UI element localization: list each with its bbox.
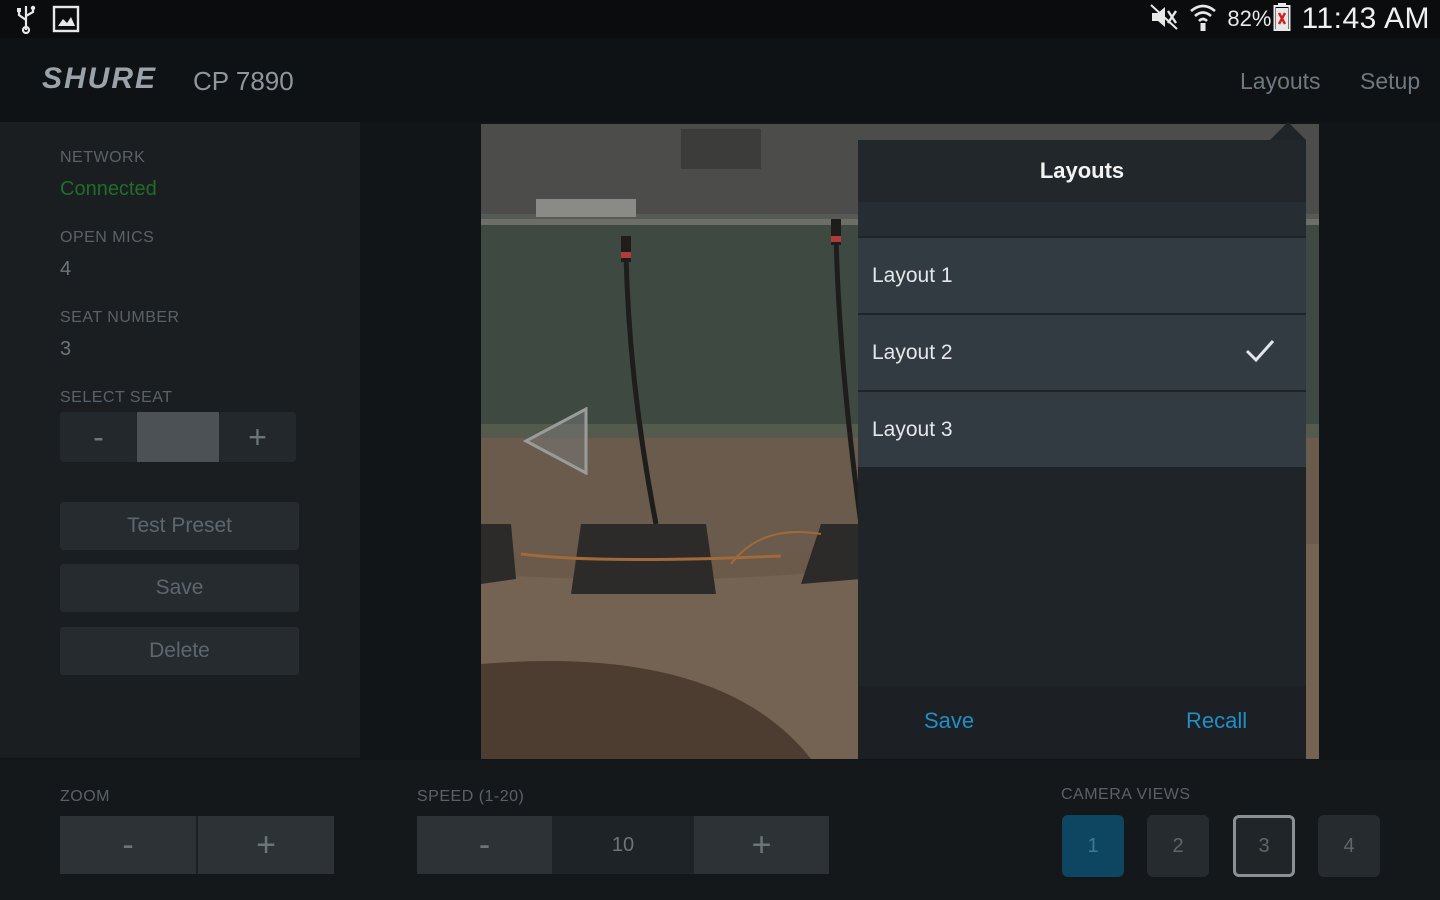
device-model: CP 7890: [193, 66, 294, 96]
save-layout-button[interactable]: Save: [924, 708, 974, 734]
battery-percent: 82%: [1227, 6, 1272, 31]
popup-footer: Save Recall: [858, 686, 1306, 759]
layout-item-3[interactable]: Layout 3: [858, 392, 1306, 467]
camera-views-label: CAMERA VIEWS: [1061, 786, 1191, 803]
zoom-stepper: - +: [60, 816, 334, 874]
layout-item-2[interactable]: Layout 2: [858, 315, 1306, 390]
network-status: Connected: [60, 178, 157, 200]
popup-notch: [1270, 122, 1306, 140]
camera-view-3-button[interactable]: 3: [1233, 815, 1295, 877]
shure-logo: SHURE: [42, 62, 158, 95]
seat-input[interactable]: [137, 412, 219, 462]
gallery-icon: [52, 5, 80, 38]
status-bar: 82% 11:43 AM: [0, 0, 1440, 38]
recall-layout-button[interactable]: Recall: [1186, 708, 1247, 734]
save-preset-button[interactable]: Save: [60, 564, 299, 612]
camera-view-4-button[interactable]: 4: [1318, 815, 1380, 877]
open-mics-value: 4: [60, 258, 72, 280]
seat-number-value: 3: [60, 338, 72, 360]
battery-icon: [1273, 2, 1291, 37]
pan-left-icon[interactable]: [522, 406, 592, 480]
seat-number-label: SEAT NUMBER: [60, 309, 180, 326]
nav-setup[interactable]: Setup: [1360, 68, 1420, 95]
speed-stepper: - 10 +: [417, 816, 829, 874]
camera-view-2-button[interactable]: 2: [1147, 815, 1209, 877]
info-panel: NETWORK Connected OPEN MICS 4 SEAT NUMBE…: [0, 122, 360, 758]
network-label: NETWORK: [60, 149, 146, 166]
select-seat-label: SELECT SEAT: [60, 389, 173, 406]
popup-divider: [858, 202, 1306, 236]
wifi-icon: [1189, 2, 1217, 37]
speed-label: SPEED (1-20): [417, 788, 525, 805]
layout-item-label: Layout 1: [872, 263, 953, 287]
zoom-label: ZOOM: [60, 788, 110, 805]
usb-icon: [14, 4, 38, 39]
seat-increment-button[interactable]: +: [219, 412, 296, 462]
layout-item-1[interactable]: Layout 1: [858, 238, 1306, 313]
zoom-out-button[interactable]: -: [60, 816, 198, 874]
checkmark-icon: [1244, 337, 1276, 371]
speed-value: 10: [552, 816, 694, 874]
clock: 11:43 AM: [1301, 2, 1430, 35]
open-mics-label: OPEN MICS: [60, 229, 155, 246]
nav-layouts[interactable]: Layouts: [1240, 68, 1321, 95]
zoom-in-button[interactable]: +: [198, 816, 334, 874]
delete-preset-button[interactable]: Delete: [60, 627, 299, 675]
speed-increase-button[interactable]: +: [694, 816, 829, 874]
test-preset-button[interactable]: Test Preset: [60, 502, 299, 550]
camera-view-1-button[interactable]: 1: [1062, 815, 1124, 877]
mute-icon: [1149, 3, 1179, 36]
layouts-popup: Layouts Layout 1 Layout 2 Layout 3 Save …: [858, 140, 1306, 759]
app-header: SHURE CP 7890 Layouts Setup: [0, 38, 1440, 122]
speed-decrease-button[interactable]: -: [417, 816, 552, 874]
seat-stepper: - +: [60, 412, 298, 462]
seat-decrement-button[interactable]: -: [60, 412, 137, 462]
layouts-list: Layout 1 Layout 2 Layout 3: [858, 238, 1306, 469]
layout-item-label: Layout 3: [872, 417, 953, 441]
popup-title: Layouts: [858, 140, 1306, 202]
layout-item-label: Layout 2: [872, 340, 953, 364]
